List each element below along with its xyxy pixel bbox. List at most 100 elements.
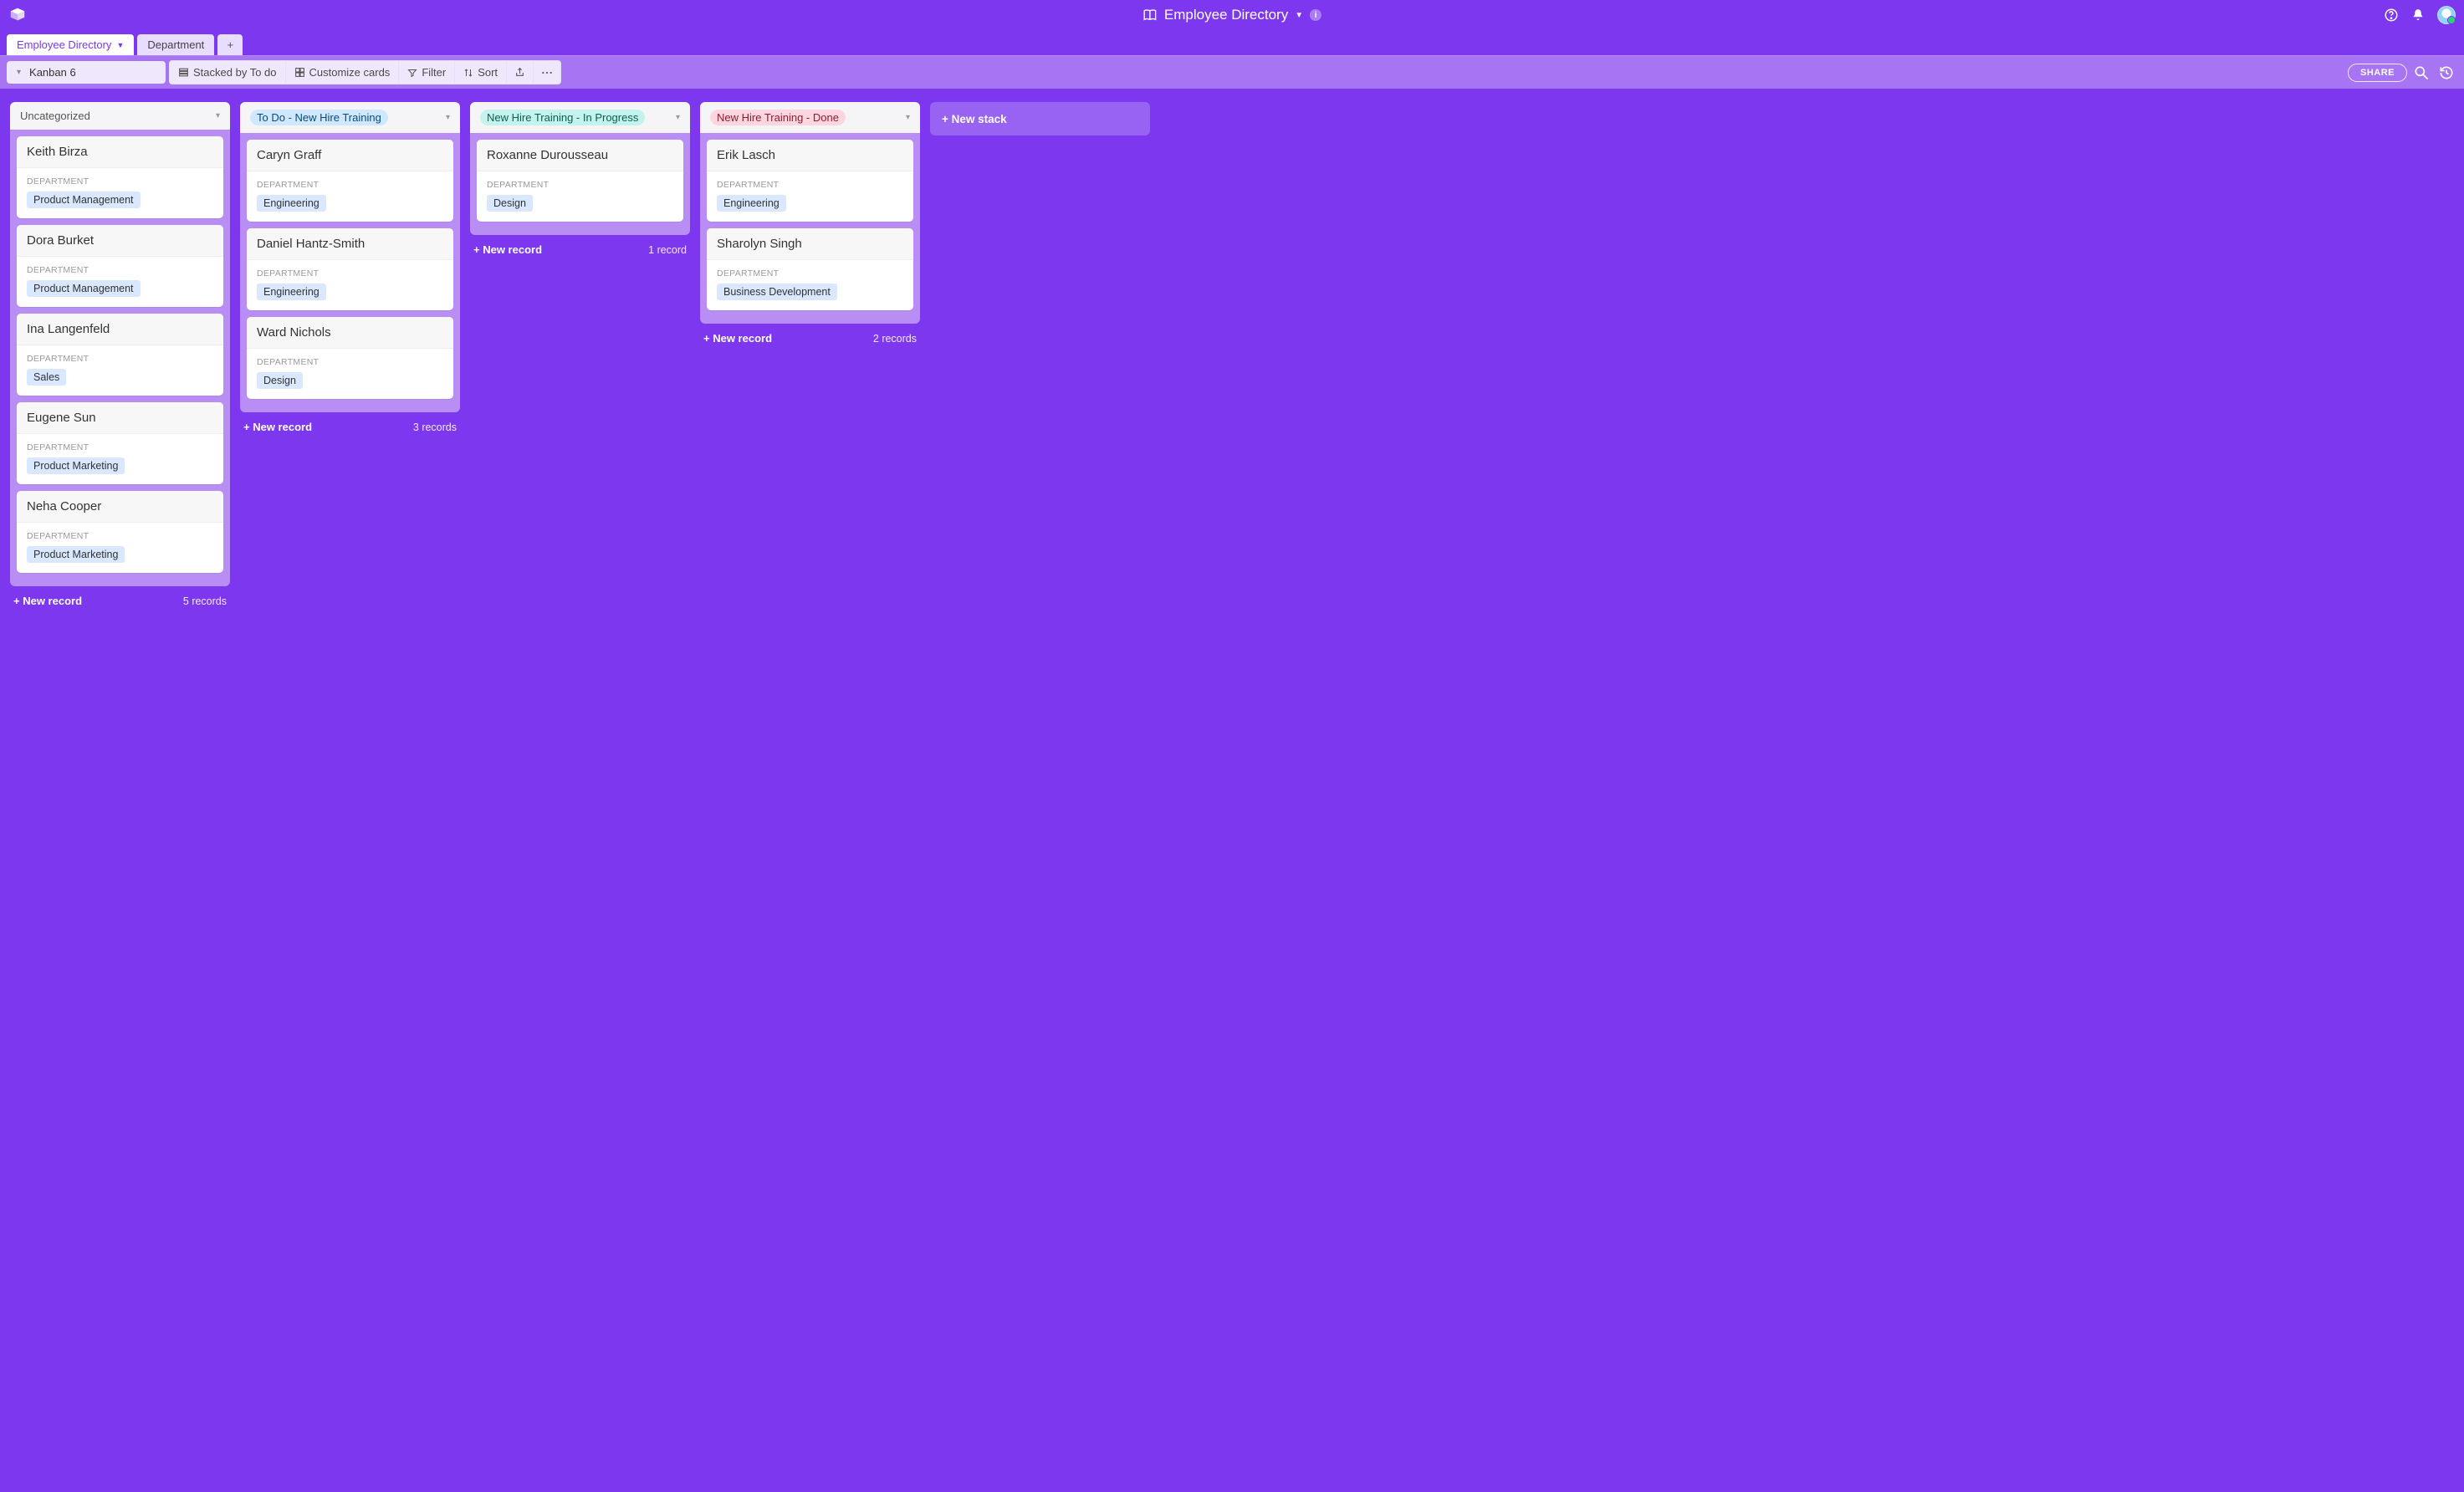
- record-count: 5 records: [183, 595, 227, 607]
- field-label-department: DEPARTMENT: [27, 442, 213, 452]
- record-card[interactable]: Ward NicholsDEPARTMENTDesign: [247, 317, 453, 399]
- field-label-department: DEPARTMENT: [257, 357, 443, 367]
- card-title: Eugene Sun: [17, 402, 223, 434]
- field-label-department: DEPARTMENT: [27, 531, 213, 541]
- chevron-down-icon[interactable]: ▾: [446, 113, 450, 122]
- field-label-department: DEPARTMENT: [27, 265, 213, 275]
- department-chip: Engineering: [717, 195, 786, 212]
- stack-footer: + New record 5 records: [10, 586, 230, 607]
- record-count: 3 records: [413, 422, 457, 433]
- stack-header[interactable]: New Hire Training - In Progress▾: [470, 102, 690, 133]
- record-card[interactable]: Ina Langenfeld DEPARTMENT Sales: [17, 314, 223, 396]
- customize-cards-label: Customize cards: [309, 66, 391, 79]
- stacked-by-label: Stacked by To do: [193, 66, 277, 79]
- field-label-department: DEPARTMENT: [717, 180, 903, 190]
- filter-button[interactable]: Filter: [399, 60, 455, 84]
- cards-icon: [294, 67, 305, 78]
- tabs-row: Employee Directory ▼ Department +: [0, 30, 2464, 55]
- kanban-board: Uncategorized ▾ Keith BirzaDEPARTMENTProdu…: [0, 89, 2464, 641]
- card-title: Erik Lasch: [707, 140, 913, 171]
- stack-header[interactable]: To Do - New Hire Training▾: [240, 102, 460, 133]
- tab-add[interactable]: +: [217, 34, 243, 55]
- department-chip: Sales: [27, 369, 66, 386]
- record-card[interactable]: Caryn GraffDEPARTMENTEngineering: [247, 140, 453, 222]
- department-chip: Product Marketing: [27, 546, 125, 563]
- tab-employee-directory[interactable]: Employee Directory ▼: [7, 34, 134, 55]
- chevron-down-icon[interactable]: ▾: [676, 113, 680, 122]
- sort-button[interactable]: Sort: [455, 60, 507, 84]
- stacked-by-button[interactable]: Stacked by To do: [169, 60, 286, 84]
- kanban-stack: Uncategorized ▾ Keith BirzaDEPARTMENTProdu…: [10, 102, 230, 607]
- department-chip: Engineering: [257, 284, 326, 300]
- stack-header[interactable]: New Hire Training - Done ▾: [700, 102, 920, 133]
- record-card[interactable]: Sharolyn SinghDEPARTMENTBusiness Develop…: [707, 228, 913, 310]
- chevron-down-icon[interactable]: ▾: [906, 113, 910, 122]
- filter-icon: [407, 68, 417, 78]
- sort-icon: [463, 68, 473, 78]
- sort-label: Sort: [478, 66, 498, 79]
- field-label-department: DEPARTMENT: [27, 354, 213, 364]
- card-title: Caryn Graff: [247, 140, 453, 171]
- chevron-down-icon[interactable]: ▾: [216, 111, 220, 120]
- record-card[interactable]: Dora Burket DEPARTMENT Product Management: [17, 225, 223, 307]
- new-record-button[interactable]: + New record: [473, 243, 542, 256]
- app-title[interactable]: Employee Directory ▼ i: [1143, 7, 1321, 23]
- tab-label: Department: [147, 38, 204, 51]
- kanban-stack: New Hire Training - Done ▾ Erik Lasch DEPAR…: [700, 102, 920, 345]
- stack-header[interactable]: Uncategorized ▾: [10, 102, 230, 130]
- record-card[interactable]: Roxanne DurousseauDEPARTMENTDesign: [477, 140, 683, 222]
- card-title: Dora Burket: [17, 225, 223, 257]
- stack-cards: Erik Lasch DEPARTMENT Engineering Sharolyn …: [700, 133, 920, 317]
- share-button[interactable]: SHARE: [2348, 64, 2407, 82]
- more-icon: [541, 71, 553, 74]
- history-icon[interactable]: [2436, 62, 2457, 84]
- topbar: Employee Directory ▼ i: [0, 0, 2464, 30]
- new-record-button[interactable]: + New record: [243, 421, 312, 433]
- chevron-down-icon: ▾: [17, 68, 21, 77]
- chevron-down-icon: ▼: [116, 41, 124, 49]
- search-icon[interactable]: [2410, 62, 2432, 84]
- card-title: Sharolyn Singh: [707, 228, 913, 260]
- info-icon[interactable]: i: [1310, 9, 1321, 21]
- stack-icon: [178, 67, 189, 78]
- book-icon: [1143, 8, 1158, 23]
- stack-cards: Caryn GraffDEPARTMENTEngineeringDaniel H…: [240, 133, 460, 406]
- share-label: SHARE: [2360, 68, 2395, 78]
- share-export-button[interactable]: [507, 60, 534, 84]
- card-title: Daniel Hantz-Smith: [247, 228, 453, 260]
- new-record-button[interactable]: + New record: [13, 595, 82, 607]
- card-title: Ina Langenfeld: [17, 314, 223, 345]
- more-button[interactable]: [534, 60, 561, 84]
- chevron-down-icon: ▼: [1295, 11, 1303, 20]
- record-card[interactable]: Daniel Hantz-Smith DEPARTMENT Engineering: [247, 228, 453, 310]
- record-card[interactable]: Neha CooperDEPARTMENTProduct Marketing: [17, 491, 223, 573]
- filter-label: Filter: [422, 66, 446, 79]
- app-logo-icon[interactable]: [8, 6, 27, 24]
- record-card[interactable]: Eugene Sun DEPARTMENT Product Marketing: [17, 402, 223, 484]
- department-chip: Design: [257, 372, 303, 389]
- stack-footer: + New record 2 records: [700, 324, 920, 345]
- new-stack-button[interactable]: + New stack: [930, 102, 1150, 135]
- record-card[interactable]: Keith BirzaDEPARTMENTProduct Management: [17, 136, 223, 218]
- tab-department[interactable]: Department: [137, 34, 214, 55]
- department-chip: Product Management: [27, 280, 141, 297]
- record-count: 1 record: [648, 244, 687, 256]
- department-chip: Business Development: [717, 284, 837, 300]
- department-chip: Product Marketing: [27, 457, 125, 474]
- avatar[interactable]: [2437, 6, 2456, 24]
- view-selector[interactable]: ▾ Kanban 6: [7, 61, 166, 84]
- customize-cards-button[interactable]: Customize cards: [286, 60, 400, 84]
- record-count: 2 records: [873, 333, 917, 345]
- notifications-icon[interactable]: [2410, 8, 2426, 23]
- help-icon[interactable]: [2384, 8, 2399, 23]
- record-card[interactable]: Erik Lasch DEPARTMENT Engineering: [707, 140, 913, 222]
- plus-icon: +: [227, 38, 233, 51]
- stack-title: New Hire Training - Done: [710, 110, 846, 125]
- new-record-button[interactable]: + New record: [703, 332, 772, 345]
- field-label-department: DEPARTMENT: [257, 268, 443, 278]
- stack-title: Uncategorized: [20, 110, 90, 122]
- field-label-department: DEPARTMENT: [27, 176, 213, 186]
- tab-label: Employee Directory: [17, 38, 111, 51]
- app-title-text: Employee Directory: [1164, 7, 1288, 23]
- kanban-stack: To Do - New Hire Training▾Caryn GraffDEP…: [240, 102, 460, 433]
